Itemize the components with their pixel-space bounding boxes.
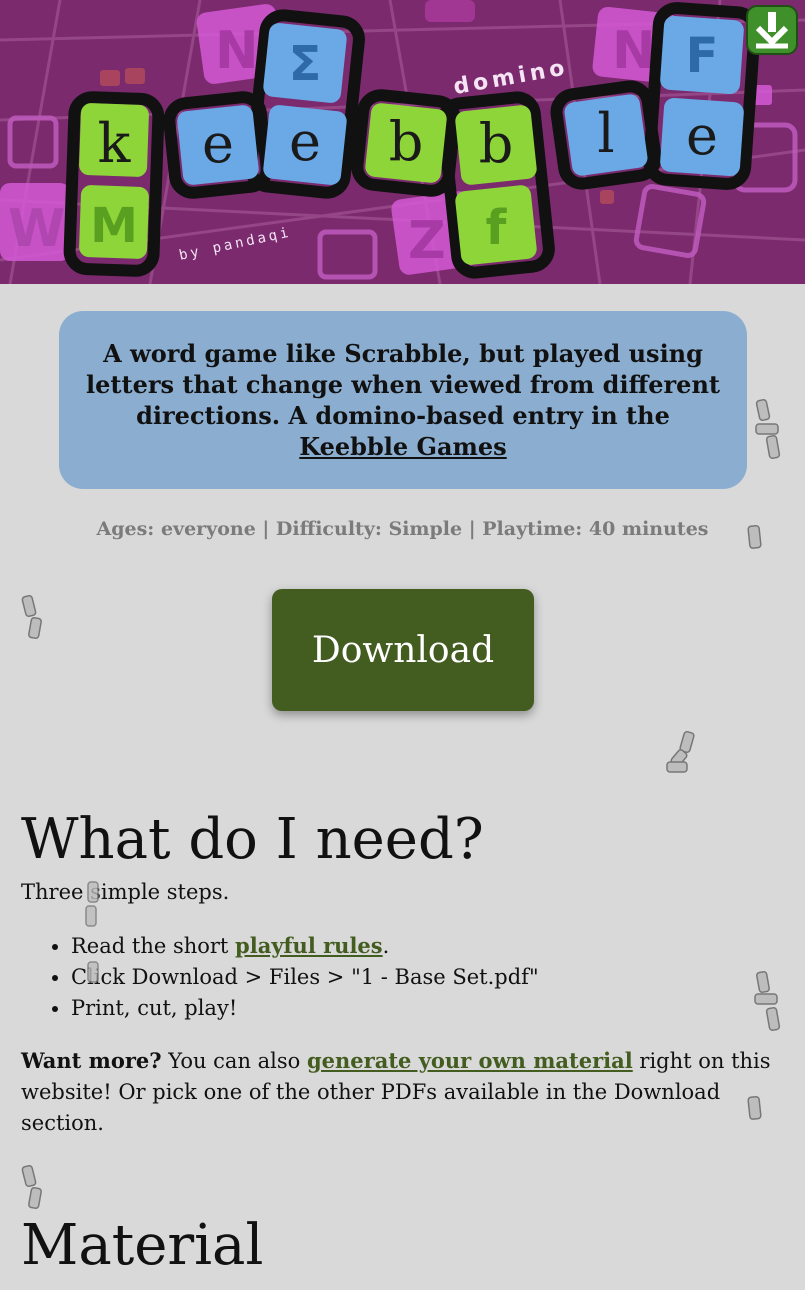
heading-what-do-i-need: What do I need? [21,807,484,872]
domino-decoration-icon [21,1164,42,1209]
svg-text:M: M [90,198,138,254]
list-item: Print, cut, play! [71,993,791,1024]
svg-text:Σ: Σ [289,36,322,92]
domino-decoration-icon [754,971,781,1031]
domino-decoration-icon [755,398,781,459]
download-arrow-icon[interactable] [745,4,799,56]
game-meta-info: Ages: everyone | Difficulty: Simple | Pl… [96,518,709,540]
playful-rules-link[interactable]: playful rules [235,933,383,958]
intro-text: A word game like Scrabble, but played us… [86,339,720,461]
domino-decoration-icon [747,1095,762,1120]
domino-decoration-icon [666,730,695,773]
list-item: Read the short playful rules. [71,930,791,962]
svg-text:f: f [486,200,508,256]
intro-box: A word game like Scrabble, but played us… [59,311,747,489]
svg-text:N: N [612,21,656,81]
svg-text:e: e [289,110,321,173]
steps-intro: Three simple steps. [21,880,230,904]
svg-text:F: F [686,28,719,84]
svg-text:e: e [202,112,234,175]
keebble-logo-art: N N W Z k e e b b l e M Σ f F domino by … [0,0,805,284]
heading-material: Material [21,1213,264,1278]
svg-text:N: N [215,21,259,81]
domino-decoration-icon [21,594,42,639]
list-item: Click Download > Files > "1 - Base Set.p… [71,962,791,993]
download-button[interactable]: Download [272,589,534,711]
svg-text:Z: Z [408,211,446,271]
svg-text:b: b [479,112,514,175]
svg-text:k: k [98,112,132,175]
domino-decoration-icon [747,524,762,549]
domino-decoration-icon [85,881,99,983]
generate-material-link[interactable]: generate your own material [307,1048,633,1073]
svg-text:l: l [597,102,614,165]
svg-text:W: W [8,199,65,259]
keebble-games-link[interactable]: Keebble Games [299,432,506,461]
svg-text:e: e [686,104,718,167]
want-more-paragraph: Want more? You can also generate your ow… [21,1048,771,1135]
steps-list: Read the short playful rules. Click Down… [21,930,791,1024]
svg-text:b: b [389,110,424,173]
header-banner: N N W Z k e e b b l e M Σ f F domino by … [0,0,805,284]
